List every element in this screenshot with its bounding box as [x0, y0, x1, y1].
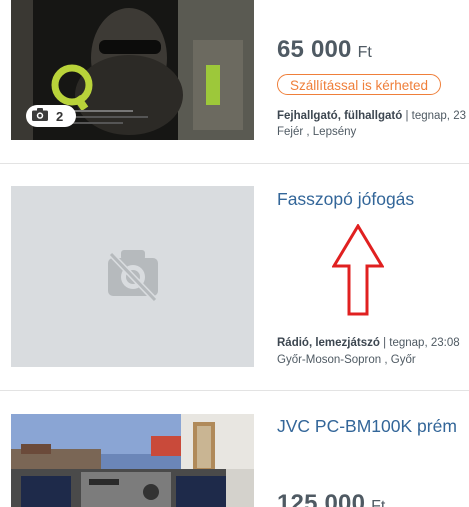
- category-label: Fejhallgató, fülhallgató: [277, 110, 403, 122]
- date-label: tegnap, 23: [411, 110, 466, 122]
- listing-3-price: 125 000 Ft: [277, 490, 385, 507]
- price-value: 65 000: [277, 36, 352, 63]
- date-label: tegnap, 23:08: [389, 337, 460, 349]
- red-arrow-annotation: [332, 224, 384, 316]
- photo-count-badge: 2: [26, 105, 76, 127]
- listing-1-price: 65 000 Ft: [277, 36, 372, 64]
- shipping-available-badge: Szállítással is kérheted: [277, 74, 442, 95]
- photo-count-value: 2: [56, 108, 64, 124]
- listing-divider: [0, 163, 469, 164]
- listing-2-photo-placeholder[interactable]: [11, 186, 254, 367]
- listing-3-title-link[interactable]: JVC PC-BM100K prém: [277, 416, 457, 437]
- stereo-photo: [11, 414, 254, 507]
- listing-divider: [0, 390, 469, 391]
- price-value: 125 000: [277, 490, 366, 507]
- price-currency: Ft: [371, 498, 386, 507]
- category-label: Rádió, lemezjátszó: [277, 337, 380, 349]
- listing-2-meta: Rádió, lemezjátszó | tegnap, 23:08: [277, 337, 460, 349]
- no-photo-icon: [108, 250, 158, 303]
- listing-results: 2 65 000 Ft Szállítással is kérheted Fejh…: [0, 0, 469, 507]
- listing-1-location: Fejér , Lepsény: [277, 126, 357, 138]
- listing-2-title-link[interactable]: Fasszopó jófogás: [277, 189, 414, 210]
- listing-1-meta: Fejhallgató, fülhallgató | tegnap, 23: [277, 110, 466, 122]
- listing-3-photo[interactable]: [11, 414, 254, 507]
- camera-icon: [32, 108, 48, 124]
- listing-2-location: Győr-Moson-Sopron , Győr: [277, 354, 416, 366]
- price-currency: Ft: [357, 44, 372, 61]
